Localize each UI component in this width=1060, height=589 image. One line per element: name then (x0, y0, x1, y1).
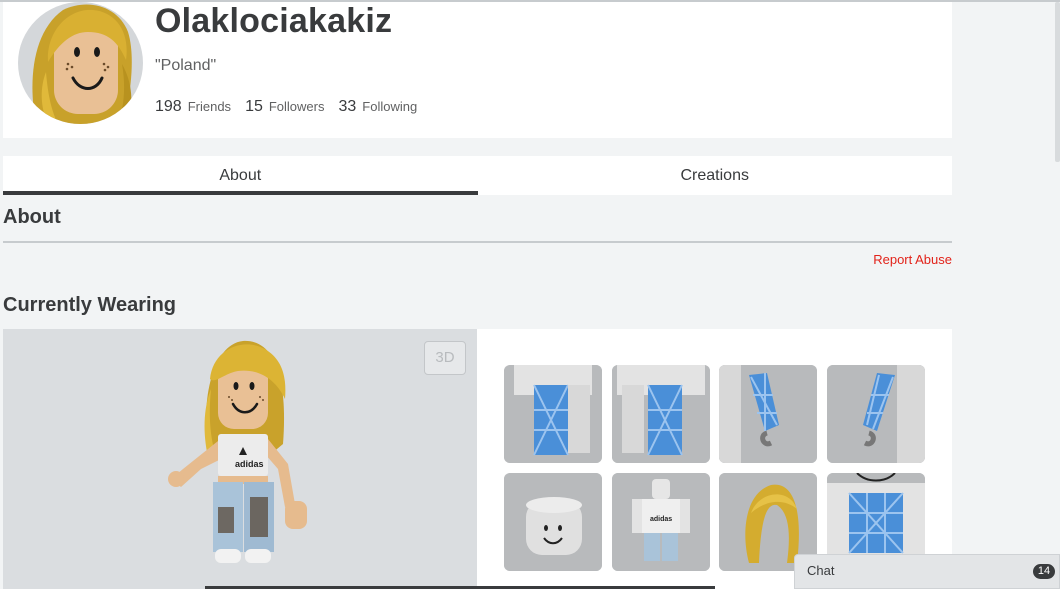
following-label: Following (362, 99, 418, 114)
friends-count: 198 (155, 98, 182, 115)
about-heading: About (3, 206, 61, 228)
wearing-item[interactable] (612, 365, 710, 463)
chat-unread-badge: 14 (1033, 564, 1055, 579)
username: Olaklociakakiz (155, 2, 393, 40)
smile-face-head-icon (504, 473, 602, 571)
wearing-item[interactable] (504, 473, 602, 571)
followers-label: Followers (268, 99, 325, 114)
followers-link[interactable]: 15 Followers (245, 98, 324, 116)
fishnet-pants-left-icon (504, 365, 602, 463)
adidas-shirt-icon: adidas (612, 473, 710, 571)
about-divider (3, 241, 952, 243)
fishnet-arm-left-icon (719, 365, 817, 463)
scrollbar[interactable] (1055, 2, 1060, 162)
following-link[interactable]: 33 Following (338, 98, 417, 116)
profile-tabs: About Creations (3, 156, 952, 195)
avatar[interactable] (18, 2, 143, 124)
user-status: "Poland" (155, 57, 217, 74)
profile-header: Olaklociakakiz "Poland" 198 Friends 15 F… (3, 2, 952, 138)
svg-text:adidas: adidas (235, 459, 264, 469)
avatar-headshot-icon (32, 4, 132, 124)
avatar-viewer[interactable]: 3D adidas (3, 329, 477, 589)
chat-label: Chat (807, 563, 835, 578)
friends-label: Friends (187, 99, 232, 114)
friends-link[interactable]: 198 Friends (155, 98, 231, 116)
chat-bar[interactable]: Chat 14 (794, 554, 1060, 589)
tab-about[interactable]: About (3, 156, 478, 195)
report-abuse-link[interactable]: Report Abuse (873, 252, 952, 267)
full-avatar-icon: adidas (168, 340, 307, 563)
tab-creations[interactable]: Creations (478, 156, 953, 195)
wearing-item[interactable] (504, 365, 602, 463)
svg-text:adidas: adidas (650, 516, 672, 523)
fishnet-arm-right-icon (827, 365, 925, 463)
fishnet-pants-right-icon (612, 365, 710, 463)
wearing-items-grid: adidas (477, 329, 952, 589)
following-count: 33 (338, 98, 357, 115)
wearing-item[interactable] (719, 365, 817, 463)
followers-count: 15 (245, 98, 263, 115)
currently-wearing-heading: Currently Wearing (3, 294, 176, 316)
wearing-item[interactable] (827, 365, 925, 463)
social-stats: 198 Friends 15 Followers 33 Following (155, 98, 417, 116)
wearing-item[interactable]: adidas (612, 473, 710, 571)
